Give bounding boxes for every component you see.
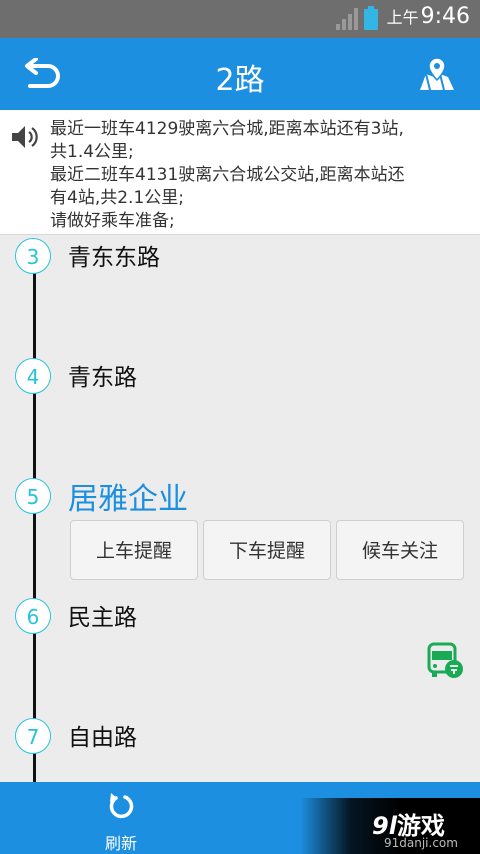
clock-time: 9:46: [420, 4, 470, 29]
status-bar: 上午9:46: [0, 0, 480, 38]
refresh-icon: [109, 793, 134, 819]
map-icon[interactable]: [418, 56, 456, 92]
notice-text: 最近一班车4129驶离六合城,距离本站还有3站, 共1.4公里; 最近二班车41…: [50, 118, 470, 233]
stop-actions: 上车提醒 下车提醒 候车关注: [70, 520, 466, 582]
notice-line: 最近一班车4129驶离六合城,距离本站还有3站,: [50, 119, 404, 139]
watermark: 9l游戏 91danji.com: [300, 798, 480, 854]
speaker-icon: [12, 126, 38, 148]
page-title: 2路: [215, 63, 265, 98]
clock: 上午9:46: [387, 4, 470, 29]
stop-item[interactable]: 3 青东东路: [0, 238, 480, 298]
stop-number: 5: [15, 478, 51, 514]
stop-name: 青东东路: [68, 245, 160, 271]
stop-number: 3: [15, 238, 51, 274]
signal-icon: [336, 8, 358, 30]
board-reminder-button[interactable]: 上车提醒: [70, 520, 198, 580]
notice-line: 有4站,共2.1公里;: [50, 188, 184, 208]
stop-number: 4: [15, 358, 51, 394]
stop-number: 6: [15, 598, 51, 634]
stop-name: 民主路: [68, 605, 137, 631]
refresh-button[interactable]: 刷新: [100, 790, 142, 853]
stop-name: 青东路: [68, 365, 137, 391]
arrival-notice: 最近一班车4129驶离六合城,距离本站还有3站, 共1.4公里; 最近二班车41…: [0, 110, 480, 235]
stop-name: 居雅企业: [68, 482, 188, 517]
app-header: 2路: [0, 38, 480, 110]
notice-line: 共1.4公里;: [50, 142, 134, 162]
stop-item[interactable]: 4 青东路: [0, 358, 480, 418]
alight-reminder-button[interactable]: 下车提醒: [203, 520, 331, 580]
stop-item[interactable]: 7 自由路: [0, 718, 480, 778]
battery-icon: [364, 6, 378, 30]
refresh-label: 刷新: [104, 834, 137, 853]
notice-line: 请做好乘车准备;: [50, 211, 175, 231]
stop-name: 自由路: [68, 725, 137, 751]
stop-item[interactable]: 6 民主路: [0, 598, 480, 658]
clock-ampm: 上午: [386, 8, 419, 27]
notice-line: 最近二班车4131驶离六合城公交站,距离本站还: [50, 165, 405, 185]
stop-number: 7: [15, 718, 51, 754]
watermark-site: 91danji.com: [384, 836, 458, 850]
bus-icon: [427, 642, 463, 678]
wait-follow-button[interactable]: 候车关注: [336, 520, 464, 580]
